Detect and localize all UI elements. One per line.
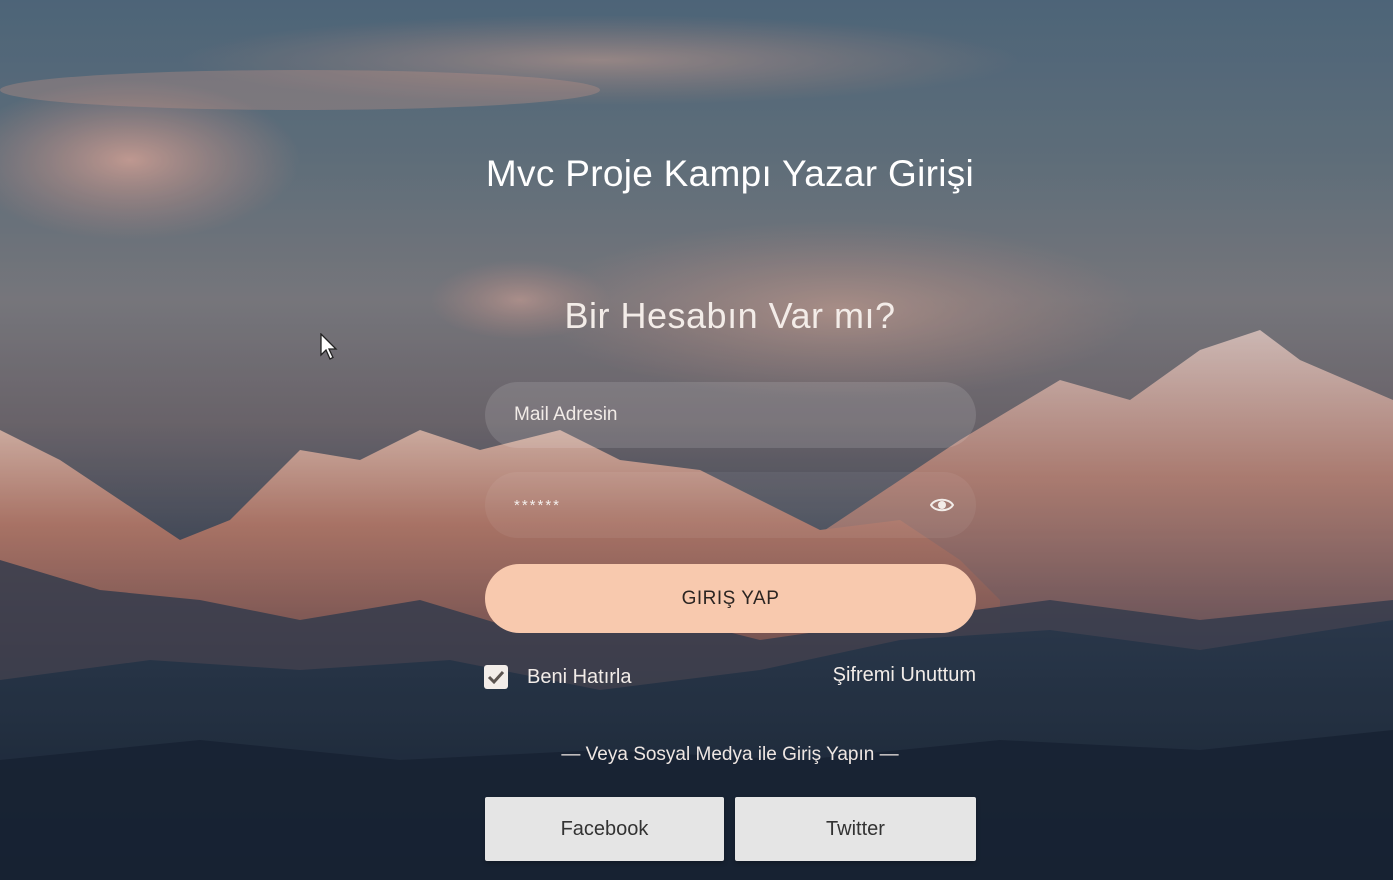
checkmark-icon: [487, 670, 505, 685]
mouse-cursor-icon: [320, 333, 338, 360]
email-field: [485, 382, 976, 448]
facebook-login-button[interactable]: Facebook: [485, 797, 724, 861]
remember-me[interactable]: Beni Hatırla: [484, 664, 632, 690]
login-page: Mvc Proje Kampı Yazar Girişi Bir Hesabın…: [0, 0, 1393, 880]
login-button[interactable]: GIRIŞ YAP: [485, 564, 976, 633]
page-title: Mvc Proje Kampı Yazar Girişi: [485, 153, 975, 194]
login-container: Mvc Proje Kampı Yazar Girişi Bir Hesabın…: [0, 0, 1393, 880]
forgot-password-link[interactable]: Şifremi Unuttum: [810, 664, 976, 687]
password-input[interactable]: [485, 472, 976, 538]
eye-icon[interactable]: [929, 496, 955, 514]
remember-label: Beni Hatırla: [527, 665, 632, 688]
social-divider-text: — Veya Sosyal Medya ile Giriş Yapın —: [561, 744, 899, 765]
remember-checkbox[interactable]: [484, 665, 508, 689]
login-subtitle: Bir Hesabın Var mı?: [564, 295, 896, 336]
email-input[interactable]: [485, 382, 976, 448]
twitter-login-button[interactable]: Twitter: [735, 797, 976, 861]
password-field: [485, 472, 976, 538]
